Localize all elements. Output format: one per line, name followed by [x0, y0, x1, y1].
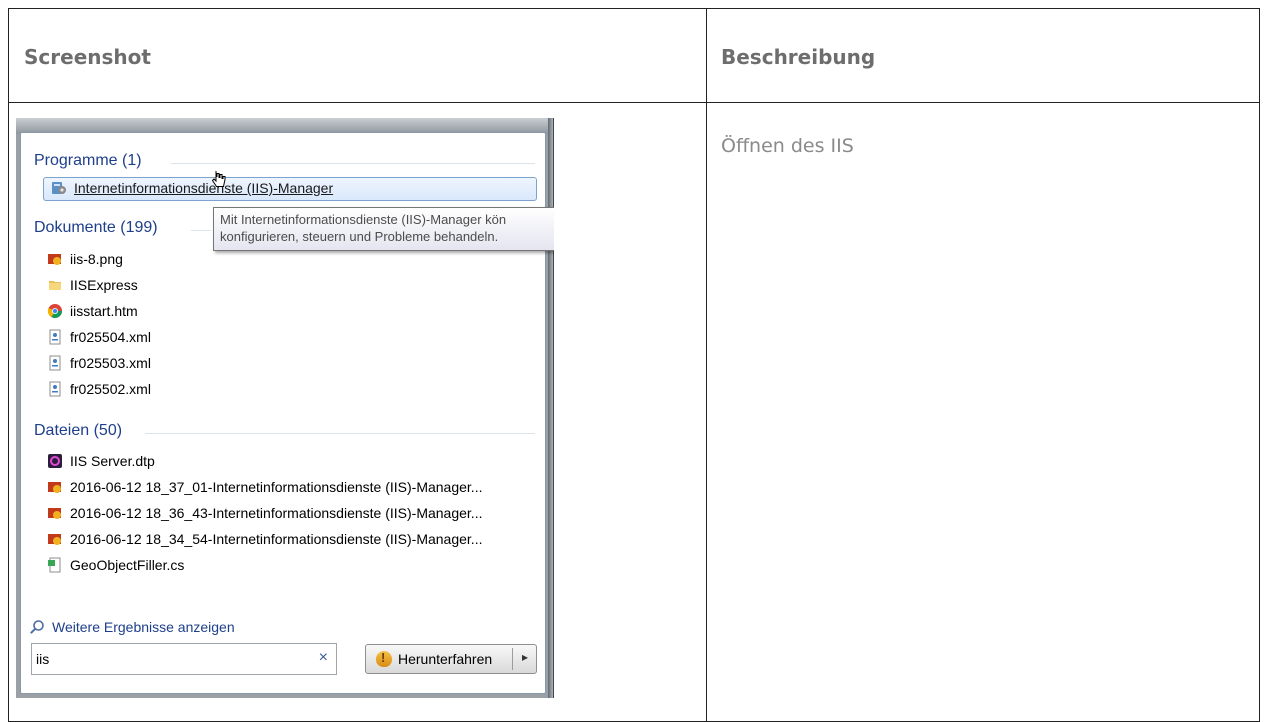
tooltip-line-1: Mit Internetinformationsdienste (IIS)-Ma… — [220, 212, 507, 227]
list-item-label: fr025502.xml — [70, 381, 151, 397]
cs-file-icon — [47, 557, 63, 573]
image-file-icon — [47, 531, 63, 547]
folder-icon — [47, 277, 63, 293]
header-screenshot: Screenshot — [24, 45, 151, 69]
xml-file-icon — [47, 329, 63, 345]
list-item[interactable]: IIS Server.dtp — [47, 451, 155, 471]
uac-shield-icon — [376, 650, 392, 667]
list-item[interactable]: iisstart.htm — [47, 301, 138, 321]
xml-file-icon — [47, 381, 63, 397]
image-file-icon — [47, 479, 63, 495]
list-item-label: 2016-06-12 18_36_43-Internetinformations… — [70, 505, 483, 521]
header-description: Beschreibung — [721, 45, 876, 69]
list-item[interactable]: fr025503.xml — [47, 353, 151, 373]
section-documents-header: Dokumente (199) — [34, 219, 158, 236]
section-programs-header: Programme (1) — [34, 152, 142, 169]
section-divider — [145, 433, 535, 434]
start-menu-screenshot: Programme (1) Internetinformationsdienst… — [16, 118, 554, 698]
list-item-label: iis-8.png — [70, 251, 123, 267]
list-item-label: fr025503.xml — [70, 355, 151, 371]
shutdown-options-arrow-icon[interactable]: ▸ — [522, 650, 528, 664]
list-item-label: fr025504.xml — [70, 329, 151, 345]
list-item[interactable]: fr025502.xml — [47, 379, 151, 399]
list-item-label: IIS Server.dtp — [70, 453, 155, 469]
list-item-label: 2016-06-12 18_37_01-Internetinformations… — [70, 479, 483, 495]
section-divider — [171, 163, 535, 164]
description-cell: Öffnen des IIS — [721, 135, 854, 157]
program-item-label: Internetinformationsdienste (IIS)-Manage… — [74, 180, 334, 196]
tooltip-line-2: konfigurieren, steuern und Probleme beha… — [220, 229, 499, 244]
list-item[interactable]: 2016-06-12 18_34_54-Internetinformations… — [47, 529, 482, 549]
program-item-iis-manager[interactable]: Internetinformationsdienste (IIS)-Manage… — [51, 180, 333, 196]
program-tooltip: Mit Internetinformationsdienste (IIS)-Ma… — [213, 207, 554, 251]
list-item-label: 2016-06-12 18_34_54-Internetinformations… — [70, 531, 483, 547]
screenshot-edge — [553, 118, 554, 698]
list-item[interactable]: fr025504.xml — [47, 327, 151, 347]
start-menu-panel: Programme (1) Internetinformationsdienst… — [20, 132, 554, 694]
more-results-label: Weitere Ergebnisse anzeigen — [52, 619, 235, 635]
shutdown-button[interactable]: Herunterfahren ▸ — [365, 644, 537, 674]
shutdown-separator — [512, 648, 513, 670]
shutdown-label: Herunterfahren — [398, 651, 493, 667]
dtp-file-icon — [47, 453, 63, 469]
xml-file-icon — [47, 355, 63, 371]
list-item[interactable]: 2016-06-12 18_37_01-Internetinformations… — [47, 477, 482, 497]
image-file-icon — [47, 505, 63, 521]
section-divider — [191, 230, 211, 231]
chrome-icon — [47, 303, 63, 319]
search-icon — [29, 619, 45, 635]
list-item[interactable]: iis-8.png — [47, 249, 123, 269]
list-item-label: GeoObjectFiller.cs — [70, 557, 185, 573]
search-box[interactable]: × — [31, 643, 337, 675]
search-input[interactable] — [36, 650, 306, 668]
hand-cursor-icon — [211, 170, 226, 190]
list-item[interactable]: 2016-06-12 18_36_43-Internetinformations… — [47, 503, 482, 523]
list-item-label: IISExpress — [70, 277, 138, 293]
section-files-header: Dateien (50) — [34, 422, 123, 439]
header-row-divider — [9, 102, 1259, 103]
column-divider — [706, 9, 707, 721]
list-item-label: iisstart.htm — [70, 303, 138, 319]
clear-search-icon[interactable]: × — [319, 649, 328, 667]
list-item[interactable]: IISExpress — [47, 275, 138, 295]
more-results-link[interactable]: Weitere Ergebnisse anzeigen — [29, 619, 235, 635]
iis-manager-icon — [51, 180, 67, 196]
list-item[interactable]: GeoObjectFiller.cs — [47, 555, 184, 575]
image-file-icon — [47, 251, 63, 267]
